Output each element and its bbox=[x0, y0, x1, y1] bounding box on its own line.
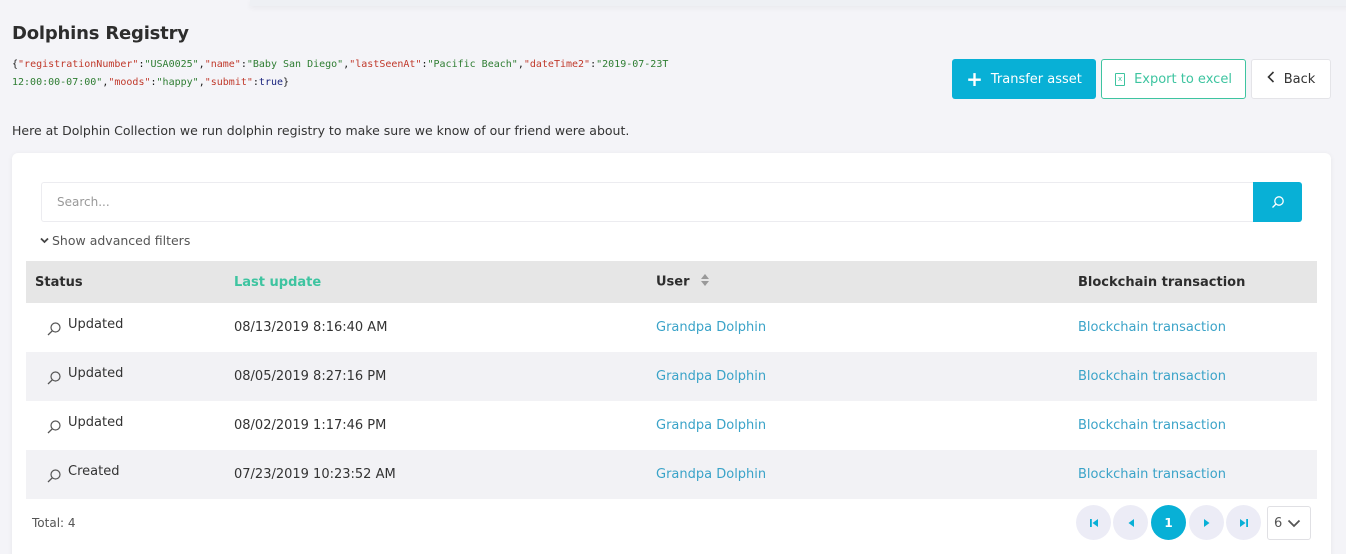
status-text: Updated bbox=[68, 415, 124, 430]
back-button[interactable]: Back bbox=[1251, 59, 1331, 99]
page-size-select[interactable]: 6 bbox=[1267, 506, 1311, 540]
json-token: "registrationNumber" bbox=[18, 59, 139, 70]
json-token: "happy" bbox=[156, 77, 199, 88]
chevron-left-icon bbox=[1267, 71, 1275, 87]
table-row: Updated 08/13/2019 8:16:40 AM Grandpa Dolp… bbox=[26, 303, 1317, 352]
plus-icon: + bbox=[966, 67, 983, 91]
last-page-icon bbox=[1239, 518, 1248, 527]
excel-file-icon: x bbox=[1115, 72, 1126, 86]
status-cell: Created bbox=[26, 450, 225, 499]
first-page-button[interactable] bbox=[1076, 505, 1111, 540]
last-update-cell: 08/13/2019 8:16:40 AM bbox=[234, 320, 388, 335]
magnifier-icon[interactable] bbox=[46, 468, 62, 488]
table-row: Updated 08/02/2019 1:17:46 PM Grandpa Dolp… bbox=[26, 401, 1317, 450]
page-size-value: 6 bbox=[1274, 515, 1283, 531]
status-text: Updated bbox=[68, 366, 124, 381]
last-page-button[interactable] bbox=[1226, 505, 1261, 540]
back-label: Back bbox=[1283, 71, 1316, 87]
blockchain-transaction-link[interactable]: Blockchain transaction bbox=[1069, 303, 1317, 352]
advanced-filters-label: Show advanced filters bbox=[52, 233, 191, 248]
show-advanced-filters-toggle[interactable]: Show advanced filters bbox=[40, 233, 190, 248]
json-token: "name" bbox=[204, 59, 241, 70]
chevron-down-icon bbox=[1288, 519, 1301, 527]
search-input[interactable] bbox=[41, 182, 1253, 222]
column-header-last-update[interactable]: Last update bbox=[225, 261, 647, 303]
last-update-cell: 08/02/2019 1:17:46 PM bbox=[234, 418, 387, 433]
json-token: "lastSeenAt" bbox=[349, 59, 422, 70]
first-page-icon bbox=[1089, 518, 1098, 527]
last-update-cell: 07/23/2019 10:23:52 AM bbox=[234, 467, 396, 482]
json-token: "submit" bbox=[204, 77, 253, 88]
table-header-row: Status Last update User Blockchain trans… bbox=[26, 261, 1317, 303]
transfer-asset-label: Transfer asset bbox=[990, 71, 1082, 87]
table-row: Created 07/23/2019 10:23:52 AM Grandpa Dol… bbox=[26, 450, 1317, 499]
user-link[interactable]: Grandpa Dolphin bbox=[647, 401, 1069, 450]
user-link[interactable]: Grandpa Dolphin bbox=[647, 450, 1069, 499]
sort-icon bbox=[700, 273, 710, 291]
json-token: } bbox=[283, 77, 290, 88]
user-header-label: User bbox=[656, 274, 690, 290]
page-title: Dolphins Registry bbox=[12, 23, 189, 44]
table-row: Updated 08/05/2019 8:27:16 PM Grandpa Dolp… bbox=[26, 352, 1317, 401]
column-header-user[interactable]: User bbox=[647, 261, 1069, 303]
json-token: "Pacific Beach" bbox=[427, 59, 518, 70]
json-token: "USA0025" bbox=[144, 59, 199, 70]
export-to-excel-button[interactable]: x Export to excel bbox=[1101, 59, 1246, 99]
json-token: "dateTime2" bbox=[523, 59, 591, 70]
previous-page-icon bbox=[1128, 518, 1134, 527]
json-token: "moods" bbox=[108, 77, 151, 88]
json-token: true bbox=[258, 77, 284, 88]
search-button[interactable] bbox=[1253, 182, 1302, 222]
column-header-status[interactable]: Status bbox=[26, 261, 225, 303]
user-link[interactable]: Grandpa Dolphin bbox=[647, 303, 1069, 352]
total-count: Total: 4 bbox=[32, 516, 76, 530]
status-cell: Updated bbox=[26, 401, 225, 450]
asset-json: {"registrationNumber":"USA0025","name":"… bbox=[12, 56, 672, 92]
transfer-asset-button[interactable]: + Transfer asset bbox=[952, 59, 1096, 99]
chevron-down-icon bbox=[40, 237, 49, 247]
magnifier-icon[interactable] bbox=[46, 370, 62, 390]
search-icon bbox=[1271, 196, 1284, 208]
status-text: Created bbox=[68, 464, 120, 479]
blockchain-transaction-link[interactable]: Blockchain transaction bbox=[1069, 352, 1317, 401]
magnifier-icon[interactable] bbox=[46, 321, 62, 341]
search-bar bbox=[41, 182, 1302, 222]
intro-text: Here at Dolphin Collection we run dolphi… bbox=[12, 123, 630, 138]
user-link[interactable]: Grandpa Dolphin bbox=[647, 352, 1069, 401]
json-token: "Baby San Diego" bbox=[246, 59, 344, 70]
previous-page-button[interactable] bbox=[1113, 505, 1148, 540]
history-table: Status Last update User Blockchain trans… bbox=[26, 261, 1317, 499]
export-label: Export to excel bbox=[1134, 71, 1232, 87]
status-text: Updated bbox=[68, 317, 124, 332]
last-update-cell: 08/05/2019 8:27:16 PM bbox=[234, 369, 387, 384]
next-page-icon bbox=[1203, 518, 1209, 527]
blockchain-transaction-link[interactable]: Blockchain transaction bbox=[1069, 401, 1317, 450]
blockchain-transaction-link[interactable]: Blockchain transaction bbox=[1069, 450, 1317, 499]
status-cell: Updated bbox=[26, 352, 225, 401]
page-button-current[interactable]: 1 bbox=[1151, 505, 1186, 540]
status-cell: Updated bbox=[26, 303, 225, 352]
column-header-blockchain-transaction[interactable]: Blockchain transaction bbox=[1069, 261, 1317, 303]
magnifier-icon[interactable] bbox=[46, 419, 62, 439]
top-bar-shadow bbox=[250, 0, 1346, 6]
next-page-button[interactable] bbox=[1189, 505, 1224, 540]
